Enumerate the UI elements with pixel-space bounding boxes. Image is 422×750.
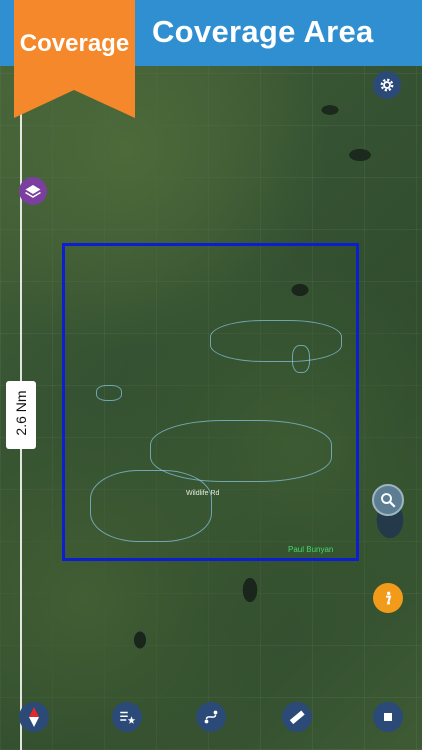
coverage-badge [14, 0, 135, 118]
search-icon [381, 493, 396, 508]
compass-button[interactable] [19, 702, 49, 732]
stop-button[interactable] [373, 702, 403, 732]
route-icon [204, 710, 218, 724]
settings-button[interactable] [373, 71, 401, 99]
compass-icon [29, 707, 39, 727]
layers-button[interactable] [19, 177, 47, 205]
coverage-area-rectangle [62, 243, 359, 561]
info-icon [386, 591, 392, 605]
star-list-icon [120, 711, 136, 724]
favorites-button[interactable] [112, 702, 142, 732]
page-title: Coverage Area [152, 14, 374, 49]
route-button[interactable] [196, 702, 226, 732]
stop-icon [384, 713, 392, 721]
ruler-icon [289, 710, 305, 725]
info-button[interactable] [373, 583, 403, 613]
measure-button[interactable] [282, 702, 312, 732]
scale-label: 2.6 Nm [13, 390, 29, 436]
gear-icon [380, 78, 394, 92]
coverage-badge-label: Coverage [19, 30, 130, 57]
search-button[interactable] [372, 484, 404, 516]
layers-icon [25, 185, 41, 198]
scale-bar: 2.6 Nm [6, 381, 36, 449]
